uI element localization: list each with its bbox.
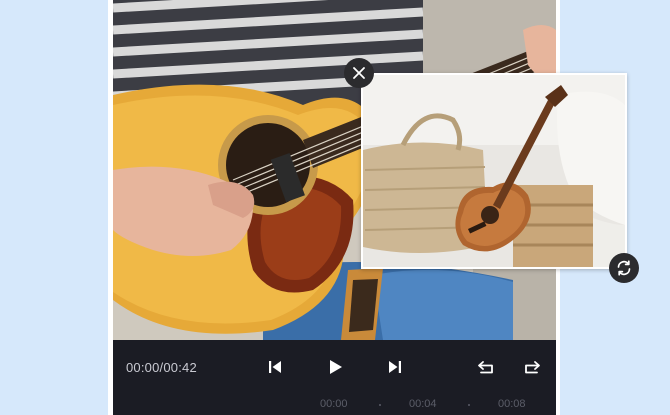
- redo-icon: [525, 361, 540, 374]
- timeline-ruler[interactable]: 00:00 00:04 00:08: [113, 394, 556, 415]
- skip-next-icon: [389, 361, 401, 373]
- play-button[interactable]: [322, 354, 348, 380]
- timeline-tick-dot: [379, 404, 381, 406]
- overlay-video-image: [363, 75, 625, 267]
- undo-icon: [478, 361, 493, 374]
- editor-stage: 00:00/00:42 00:00 00:04 00:08: [0, 0, 670, 415]
- skip-next-button[interactable]: [382, 354, 408, 380]
- timeline-tick-label: 00:08: [498, 398, 526, 410]
- time-readout: 00:00/00:42: [126, 360, 197, 375]
- close-overlay-button[interactable]: [344, 58, 374, 88]
- rotate-overlay-button[interactable]: [609, 253, 639, 283]
- play-icon: [330, 360, 342, 374]
- playback-controls: 00:00/00:42 00:00 00:04 00:08: [113, 340, 556, 415]
- undo-button[interactable]: [474, 354, 500, 380]
- skip-previous-button[interactable]: [262, 354, 288, 380]
- overlay-video[interactable]: [361, 73, 627, 269]
- timeline-tick-dot: [468, 404, 470, 406]
- close-icon: [353, 67, 365, 79]
- redo-button[interactable]: [518, 354, 544, 380]
- rotate-icon: [617, 260, 631, 276]
- skip-previous-icon: [269, 361, 281, 373]
- timeline-tick-label: 00:00: [320, 398, 348, 410]
- timeline-tick-label: 00:04: [409, 398, 437, 410]
